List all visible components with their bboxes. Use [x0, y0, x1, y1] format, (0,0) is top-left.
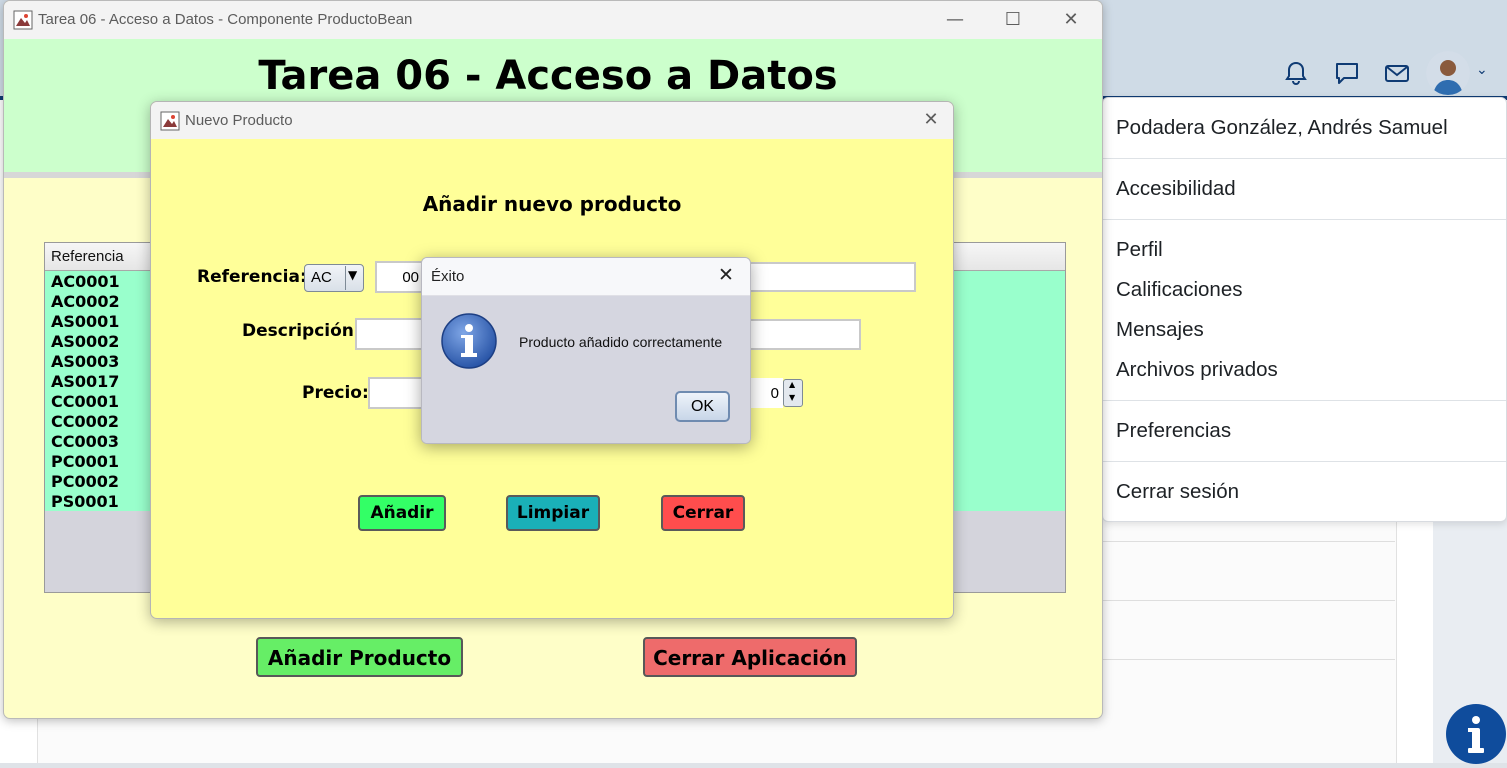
menu-item-logout[interactable]: Cerrar sesión	[1116, 480, 1239, 504]
descripcion-input-right[interactable]	[749, 319, 861, 350]
menu-item-preferences[interactable]: Preferencias	[1116, 419, 1231, 443]
web-row-divider	[1102, 659, 1395, 660]
menu-divider	[1103, 461, 1506, 462]
success-message: Producto añadido correctamente	[519, 334, 723, 350]
page-title: Tarea 06 - Acceso a Datos	[258, 53, 838, 99]
success-dialog-title: Éxito	[431, 268, 465, 285]
stock-field[interactable]: 0	[747, 378, 783, 408]
spinner-buttons[interactable]: ▲ ▼	[783, 379, 803, 407]
close-button[interactable]: ✕	[1051, 7, 1091, 33]
minimize-button[interactable]: —	[935, 7, 975, 33]
chat-icon[interactable]	[1334, 60, 1360, 86]
combo-divider	[345, 266, 346, 290]
dialog-heading: Añadir nuevo producto	[422, 192, 682, 216]
table-row[interactable]: PC0002	[51, 472, 119, 492]
referencia-prefix-select[interactable]: AC ▼	[304, 264, 364, 292]
bell-icon[interactable]	[1283, 60, 1309, 86]
ok-button[interactable]: OK	[675, 391, 730, 422]
clear-button[interactable]: Limpiar	[506, 495, 600, 531]
table-row[interactable]: AC0002	[51, 292, 120, 312]
success-close-icon[interactable]: ✕	[718, 264, 734, 286]
java-icon	[13, 10, 33, 30]
dialog-title: Nuevo Producto	[185, 112, 293, 129]
dialog-close-action-button[interactable]: Cerrar	[661, 495, 745, 531]
menu-divider	[1103, 400, 1506, 401]
table-row[interactable]: AS0001	[51, 312, 119, 332]
referencia-prefix-value: AC	[311, 269, 332, 286]
mail-icon[interactable]	[1384, 60, 1410, 86]
table-row[interactable]: PS0001	[51, 492, 119, 512]
chevron-down-icon[interactable]: ⌄	[1476, 62, 1488, 78]
spinner-up-icon[interactable]: ▲	[789, 380, 795, 389]
info-icon[interactable]	[1446, 704, 1506, 764]
spinner-down-icon[interactable]: ▼	[789, 393, 795, 402]
stock-value: 0	[770, 385, 779, 402]
table-row[interactable]: PC0001	[51, 452, 119, 472]
web-row-divider	[1102, 541, 1395, 542]
table-row[interactable]: AS0017	[51, 372, 119, 392]
table-row[interactable]: CC0002	[51, 412, 119, 432]
menu-item-grades[interactable]: Calificaciones	[1116, 278, 1242, 302]
column-header-referencia[interactable]: Referencia	[51, 248, 124, 265]
descripcion-input[interactable]	[355, 318, 423, 350]
avatar[interactable]	[1426, 51, 1470, 95]
info-icon	[440, 312, 498, 370]
table-row[interactable]: AS0003	[51, 352, 119, 372]
referencia-label: Referencia:	[197, 267, 307, 287]
table-row[interactable]: CC0001	[51, 392, 119, 412]
referencia-number-value: 00	[402, 269, 419, 286]
web-row-divider	[1102, 600, 1395, 601]
precio-input[interactable]	[368, 377, 423, 409]
stock-spinner[interactable]: 0 ▲ ▼	[747, 378, 805, 408]
menu-divider	[1103, 158, 1506, 159]
java-icon	[160, 111, 180, 131]
success-dialog-titlebar[interactable]: Éxito ✕	[422, 258, 750, 296]
add-button[interactable]: Añadir	[358, 495, 446, 531]
menu-item-profile[interactable]: Perfil	[1116, 238, 1163, 262]
menu-divider	[1103, 219, 1506, 220]
descripcion-label: Descripción:	[242, 321, 361, 341]
maximize-button[interactable]: ☐	[993, 7, 1033, 33]
referencia-extra-input[interactable]	[749, 262, 916, 292]
user-menu-name: Podadera González, Andrés Samuel	[1116, 116, 1448, 139]
success-dialog: Éxito ✕ Producto añadido correctamente O…	[421, 257, 751, 444]
add-product-button[interactable]: Añadir Producto	[256, 637, 463, 677]
table-row[interactable]: CC0003	[51, 432, 119, 452]
table-row[interactable]: AS0002	[51, 332, 119, 352]
dialog-close-button[interactable]: ✕	[911, 107, 951, 133]
referencia-number-input[interactable]: 00	[375, 261, 423, 293]
precio-label: Precio:	[302, 383, 369, 403]
menu-item-messages[interactable]: Mensajes	[1116, 318, 1204, 342]
close-app-button[interactable]: Cerrar Aplicación	[643, 637, 857, 677]
dropdown-arrow-icon: ▼	[348, 268, 358, 282]
dialog-titlebar[interactable]: Nuevo Producto ✕	[151, 102, 953, 139]
menu-item-accessibility[interactable]: Accesibilidad	[1116, 177, 1236, 201]
table-row[interactable]: AC0001	[51, 272, 120, 292]
user-menu: Podadera González, Andrés Samuel Accesib…	[1102, 97, 1507, 522]
main-window-titlebar[interactable]: Tarea 06 - Acceso a Datos - Componente P…	[4, 1, 1102, 39]
menu-item-private-files[interactable]: Archivos privados	[1116, 358, 1278, 382]
main-window-title: Tarea 06 - Acceso a Datos - Componente P…	[38, 11, 413, 28]
